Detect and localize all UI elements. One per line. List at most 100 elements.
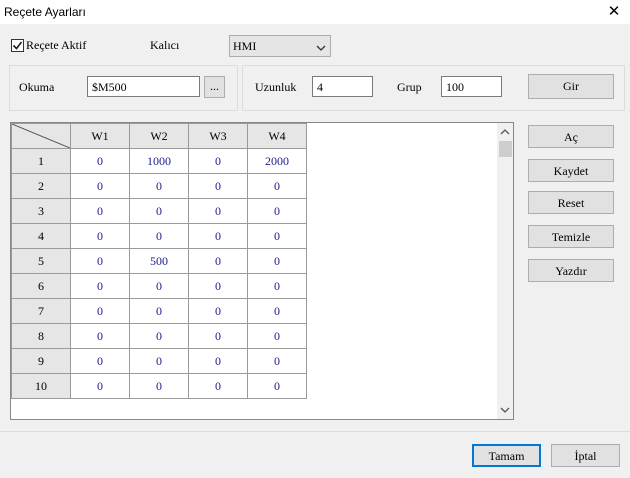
row-header[interactable]: 10 — [11, 373, 71, 399]
row-header[interactable]: 7 — [11, 298, 71, 324]
kalici-value: HMI — [233, 39, 257, 53]
table-cell[interactable]: 0 — [129, 323, 189, 349]
table-cell[interactable]: 0 — [188, 323, 248, 349]
row-header[interactable]: 2 — [11, 173, 71, 199]
scrollbar-thumb[interactable] — [499, 141, 512, 157]
checkmark-icon — [12, 41, 23, 50]
table-cell[interactable]: 0 — [188, 248, 248, 274]
ok-button[interactable]: Tamam — [472, 444, 541, 467]
table-cell[interactable]: 0 — [247, 248, 307, 274]
row-header[interactable]: 6 — [11, 273, 71, 299]
table-cell[interactable]: 0 — [188, 373, 248, 399]
scroll-up-icon[interactable] — [497, 124, 513, 140]
scroll-down-icon[interactable] — [497, 402, 513, 418]
recipe-table[interactable]: W1 W2 W3 W4 1 0 1000 0 2000 2 0 0 0 0 3 0 0 0 0 4 0 0 0 0 5 0… — [10, 122, 514, 420]
recipe-active-checkbox[interactable] — [11, 39, 24, 52]
browse-button[interactable]: ... — [204, 76, 225, 98]
clear-button[interactable]: Temizle — [528, 225, 614, 248]
row-header[interactable]: 1 — [11, 148, 71, 174]
table-cell[interactable]: 0 — [188, 148, 248, 174]
table-cell[interactable]: 0 — [188, 223, 248, 249]
row-header[interactable]: 3 — [11, 198, 71, 224]
print-button[interactable]: Yazdır — [528, 259, 614, 282]
table-cell[interactable]: 0 — [129, 273, 189, 299]
kalici-label: Kalıcı — [150, 38, 180, 52]
table-cell[interactable]: 0 — [247, 298, 307, 324]
table-cell[interactable]: 0 — [70, 198, 130, 224]
table-cell[interactable]: 0 — [70, 248, 130, 274]
table-cell[interactable]: 0 — [70, 298, 130, 324]
table-cell[interactable]: 0 — [247, 348, 307, 374]
save-button[interactable]: Kaydet — [528, 159, 614, 182]
length-value: 4 — [317, 80, 323, 94]
table-cell[interactable]: 0 — [188, 273, 248, 299]
table-cell[interactable]: 0 — [70, 223, 130, 249]
enter-button[interactable]: Gir — [528, 74, 614, 99]
read-label: Okuma — [19, 80, 55, 94]
table-cell[interactable]: 0 — [70, 348, 130, 374]
table-cell[interactable]: 0 — [247, 198, 307, 224]
column-header-w4[interactable]: W4 — [247, 123, 307, 149]
table-cell[interactable]: 0 — [129, 198, 189, 224]
table-row: 5 0 500 0 0 — [11, 248, 307, 274]
table-row: 30000 — [11, 198, 307, 224]
table-cell[interactable]: 0 — [247, 223, 307, 249]
table-row: 80000 — [11, 323, 307, 349]
window-title: Reçete Ayarları — [4, 5, 86, 19]
table-cell[interactable]: 0 — [129, 348, 189, 374]
title-bar: Reçete Ayarları ✕ — [0, 0, 630, 24]
close-icon[interactable]: ✕ — [605, 2, 623, 20]
table-cell[interactable]: 0 — [70, 323, 130, 349]
table-cell[interactable]: 0 — [129, 223, 189, 249]
row-header[interactable]: 8 — [11, 323, 71, 349]
table-cell[interactable]: 1000 — [129, 148, 189, 174]
table-row: 90000 — [11, 348, 307, 374]
table-row: 10 0 0 0 0 — [11, 373, 307, 399]
group-input[interactable]: 100 — [441, 76, 502, 97]
table-row: 70000 — [11, 298, 307, 324]
vertical-scrollbar[interactable] — [497, 123, 513, 419]
table-cell[interactable]: 0 — [247, 323, 307, 349]
table-cell[interactable]: 0 — [70, 148, 130, 174]
table-cell[interactable]: 0 — [188, 173, 248, 199]
open-button[interactable]: Aç — [528, 125, 614, 148]
cancel-button[interactable]: İptal — [551, 444, 620, 467]
table-cell[interactable]: 0 — [129, 373, 189, 399]
table-row: 40000 — [11, 223, 307, 249]
table-cell[interactable]: 0 — [247, 273, 307, 299]
table-cell[interactable]: 0 — [70, 373, 130, 399]
row-header[interactable]: 5 — [11, 248, 71, 274]
group-value: 100 — [446, 80, 464, 94]
recipe-grid: W1 W2 W3 W4 1 0 1000 0 2000 2 0 0 0 0 3 0 0 0 0 4 0 0 0 0 5 0… — [11, 123, 307, 399]
column-header-w2[interactable]: W2 — [129, 123, 189, 149]
table-cell[interactable]: 0 — [247, 173, 307, 199]
table-row: 60000 — [11, 273, 307, 299]
recipe-active-label[interactable]: Reçete Aktif — [26, 38, 86, 53]
table-cell[interactable]: 500 — [129, 248, 189, 274]
length-label: Uzunluk — [255, 80, 297, 94]
table-cell[interactable]: 0 — [129, 173, 189, 199]
table-cell[interactable]: 0 — [247, 373, 307, 399]
table-cell[interactable]: 0 — [70, 173, 130, 199]
table-cell[interactable]: 0 — [188, 298, 248, 324]
table-cell[interactable]: 2000 — [247, 148, 307, 174]
group-label: Grup — [397, 80, 422, 94]
table-cell[interactable]: 0 — [188, 348, 248, 374]
table-cell[interactable]: 0 — [188, 198, 248, 224]
corner-cell — [11, 123, 71, 149]
table-cell[interactable]: 0 — [70, 273, 130, 299]
diagonal-icon — [12, 124, 70, 148]
row-header[interactable]: 4 — [11, 223, 71, 249]
column-header-w3[interactable]: W3 — [188, 123, 248, 149]
footer-divider — [0, 431, 630, 432]
read-address-input[interactable]: $M500 — [87, 76, 200, 97]
table-cell[interactable]: 0 — [129, 298, 189, 324]
column-header-w1[interactable]: W1 — [70, 123, 130, 149]
row-header[interactable]: 9 — [11, 348, 71, 374]
chevron-down-icon — [316, 41, 326, 56]
reset-button[interactable]: Reset — [528, 191, 614, 214]
header-row: W1 W2 W3 W4 — [11, 123, 307, 149]
table-row: 1 0 1000 0 2000 — [11, 148, 307, 174]
kalici-select[interactable]: HMI — [229, 35, 331, 57]
length-input[interactable]: 4 — [312, 76, 373, 97]
